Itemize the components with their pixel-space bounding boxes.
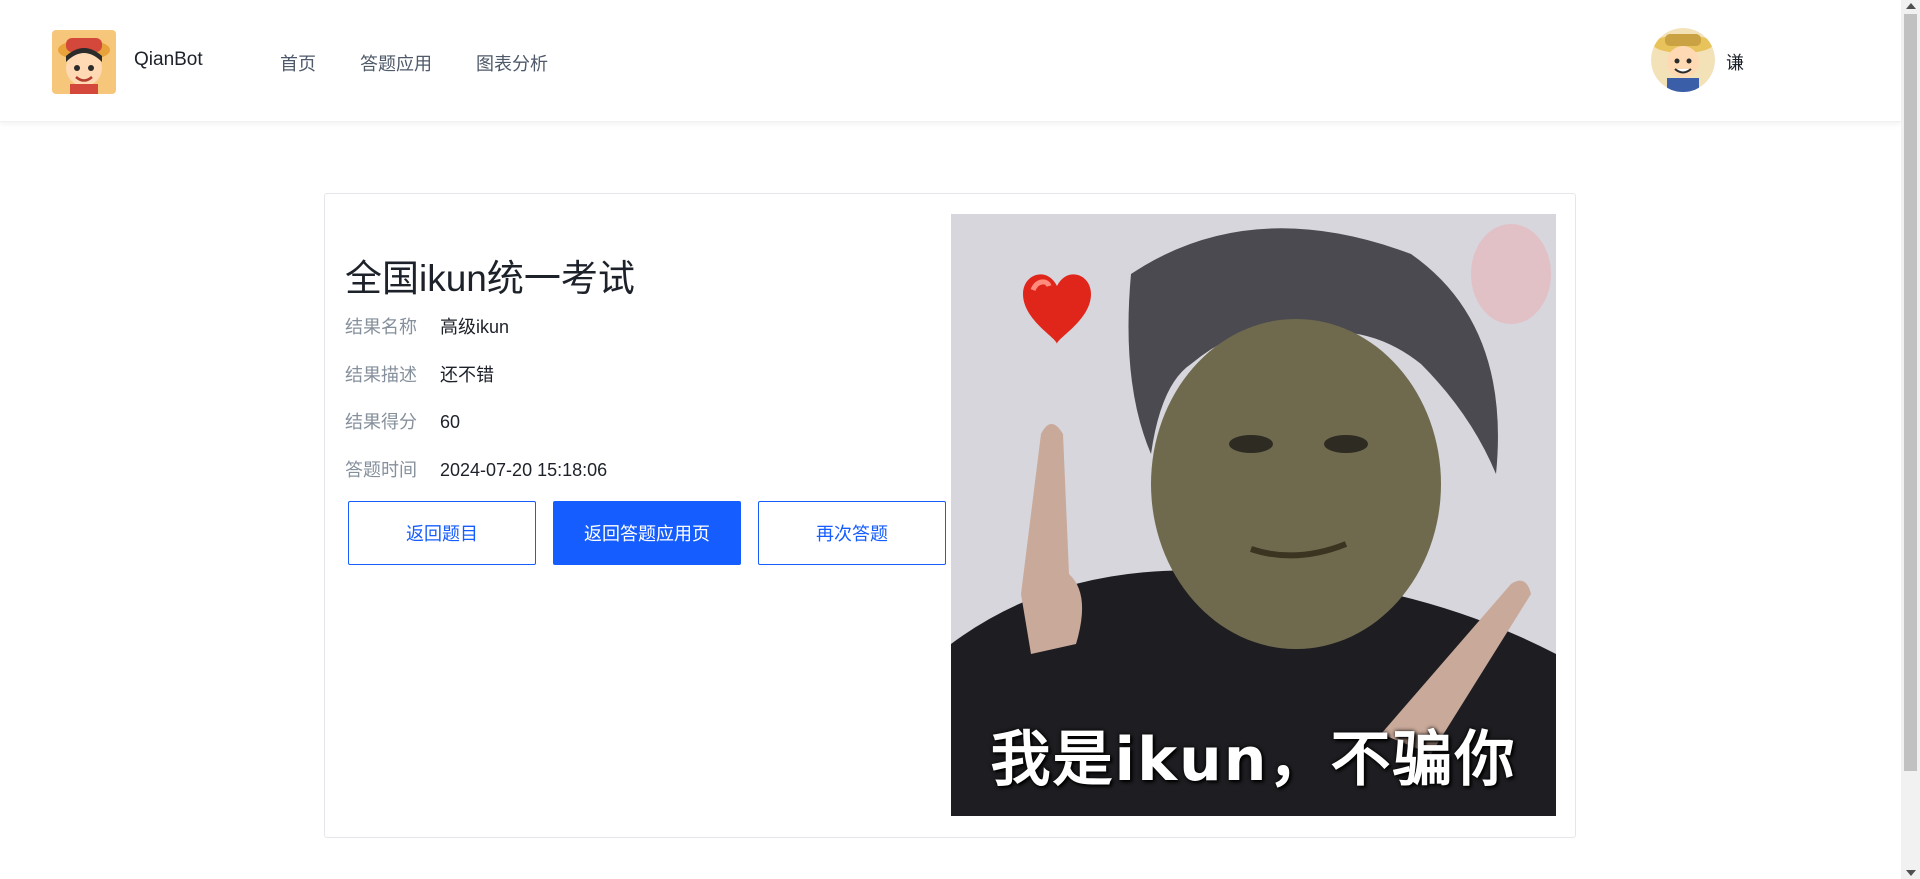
nav-item-chart-analysis[interactable]: 图表分析 [476,50,548,76]
nav-item-quiz-apps[interactable]: 答题应用 [360,50,432,76]
top-header: QianBot 首页 答题应用 图表分析 谦 [0,0,1901,122]
retry-button[interactable]: 再次答题 [758,501,946,565]
image-caption: 我是ikun，不骗你 [990,725,1517,795]
field-label: 结果得分 [345,412,417,432]
result-desc-row: 结果描述 还不错 [345,361,494,387]
result-score-row: 结果得分 60 [345,408,460,434]
field-value: 2024-07-20 15:18:06 [440,460,608,480]
back-to-app-button[interactable]: 返回答题应用页 [553,501,741,565]
scroll-up-icon[interactable] [1906,3,1916,9]
nav-item-home[interactable]: 首页 [280,50,316,76]
main-nav: 首页 答题应用 图表分析 [280,50,592,76]
result-name-row: 结果名称 高级ikun [345,313,509,339]
vertical-scrollbar[interactable] [1901,0,1920,879]
field-label: 结果名称 [345,317,417,337]
user-avatar[interactable] [1651,28,1715,92]
scroll-thumb[interactable] [1904,14,1917,771]
result-card: 全国ikun统一考试 结果名称 高级ikun 结果描述 还不错 结果得分 60 答题时… [324,193,1576,838]
user-name[interactable]: 谦 [1726,49,1744,75]
result-image: 我是ikun，不骗你 [951,214,1556,816]
answer-time-row: 答题时间 2024-07-20 15:18:06 [345,456,607,482]
field-value: 还不错 [440,365,494,385]
field-label: 答题时间 [345,460,417,480]
field-value: 高级ikun [440,317,510,337]
field-value: 60 [440,412,461,432]
app-logo-icon[interactable] [52,30,116,94]
back-to-question-button[interactable]: 返回题目 [348,501,536,565]
page-title: 全国ikun统一考试 [345,258,635,299]
scroll-down-icon[interactable] [1906,870,1916,876]
brand-name[interactable]: QianBot [134,49,203,71]
field-label: 结果描述 [345,365,417,385]
